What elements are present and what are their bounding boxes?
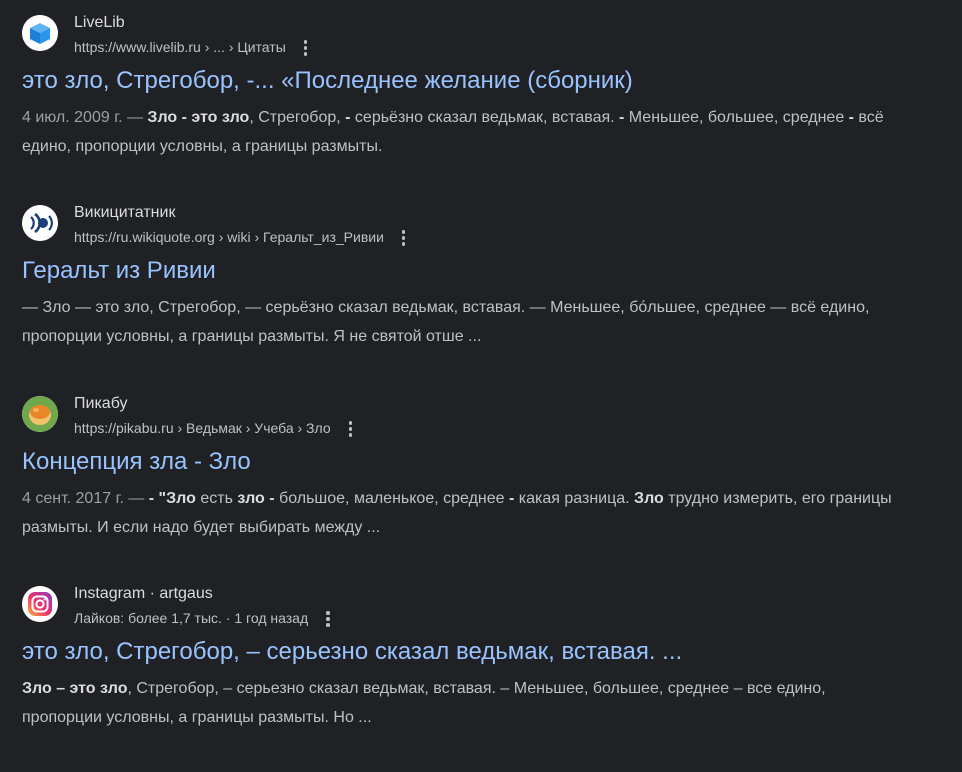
snippet-highlight: зло [237,490,265,507]
result-source[interactable]: LiveLib https://www.livelib.ru › ... › Ц… [22,13,902,61]
search-result: LiveLib https://www.livelib.ru › ... › Ц… [22,13,902,161]
more-options-icon[interactable] [298,37,314,57]
site-url: https://pikabu.ru › Ведьмак › Учеба › Зл… [74,418,359,438]
search-results: LiveLib https://www.livelib.ru › ... › Ц… [0,0,962,772]
site-name: LiveLib [74,14,125,31]
search-result: Викицитатник https://ru.wikiquote.org › … [22,203,902,351]
result-source[interactable]: Пикабу https://pikabu.ru › Ведьмак › Уче… [22,394,902,442]
instagram-logo-icon [22,586,58,622]
result-title-link[interactable]: это зло, Стрегобор, – серьезно сказал ве… [22,636,902,668]
result-snippet: Зло – это зло, Стрегобор, – серьезно ска… [22,674,902,732]
result-date: 4 июл. 2009 г. — [22,109,148,126]
result-title-link[interactable]: Геральт из Ривии [22,255,902,287]
result-date: 4 сент. 2017 г. — [22,490,149,507]
site-name: Викицитатник [74,204,176,221]
snippet-highlight: Зло [634,490,664,507]
snippet-text: — Зло — это зло, Стрегобор, — серьёзно с… [22,299,870,345]
result-source[interactable]: Викицитатник https://ru.wikiquote.org › … [22,203,902,251]
url-breadcrumb: https://www.livelib.ru › ... › Цитаты [74,39,286,55]
search-result: Пикабу https://pikabu.ru › Ведьмак › Уче… [22,394,902,542]
snippet-text: , Стрегобор, [249,109,346,126]
livelib-logo-icon [22,15,58,51]
post-meta: Лайков: более 1,7 тыс. · 1 год назад [74,610,309,626]
result-snippet: — Зло — это зло, Стрегобор, — серьёзно с… [22,293,902,351]
result-snippet: 4 сент. 2017 г. — - "Зло есть зло - боль… [22,484,902,542]
site-name: Instagram · artgaus [74,585,213,602]
url-breadcrumb: https://ru.wikiquote.org › wiki › Гераль… [74,229,384,245]
snippet-highlight: Зло - это зло [147,109,250,126]
result-title-link[interactable]: Концепция зла - Зло [22,446,902,478]
snippet-highlight: - "Зло [148,490,196,507]
more-options-icon[interactable] [396,227,412,247]
site-url: https://www.livelib.ru › ... › Цитаты [74,37,314,57]
snippet-text: , Стрегобор, – серьезно сказал ведьмак, … [22,680,826,726]
search-result: Instagram · artgaus Лайков: более 1,7 ты… [22,584,902,732]
site-url: https://ru.wikiquote.org › wiki › Гераль… [74,227,412,247]
snippet-text: есть [195,490,238,507]
snippet-text: серьёзно сказал ведьмак, вставая. [350,109,620,126]
snippet-text: большое, маленькое, среднее [274,490,509,507]
more-options-icon[interactable] [320,608,336,628]
result-source[interactable]: Instagram · artgaus Лайков: более 1,7 ты… [22,584,902,632]
site-url: Лайков: более 1,7 тыс. · 1 год назад [74,608,336,628]
pikabu-logo-icon [22,396,58,432]
wikiquote-logo-icon [22,205,58,241]
url-breadcrumb: https://pikabu.ru › Ведьмак › Учеба › Зл… [74,420,331,436]
result-snippet: 4 июл. 2009 г. — Зло - это зло, Стрегобо… [22,103,902,161]
more-options-icon[interactable] [343,418,359,438]
snippet-highlight: Зло – это зло [22,680,128,697]
result-title-link[interactable]: это зло, Стрегобор, -... «Последнее жела… [22,65,902,97]
snippet-text: Меньшее, большее, среднее [624,109,849,126]
site-name: Пикабу [74,395,128,412]
snippet-text: какая разница. [514,490,635,507]
